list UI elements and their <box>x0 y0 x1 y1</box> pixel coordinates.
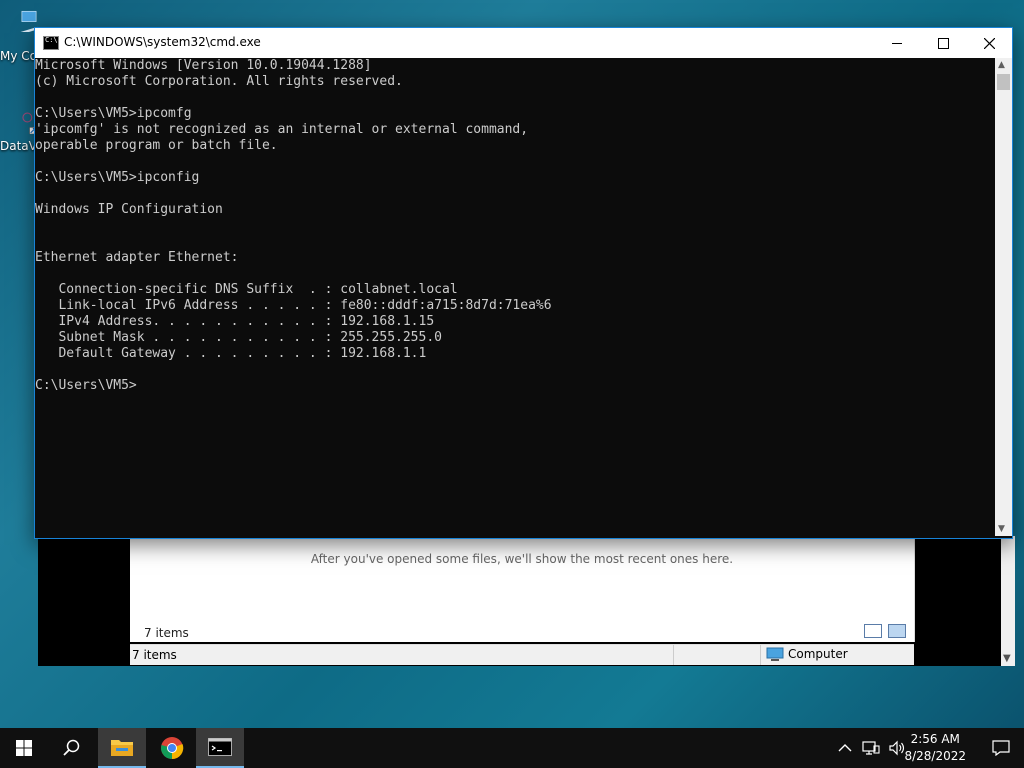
explorer-scrollbar[interactable]: ▼ <box>1001 536 1015 666</box>
details-view-icon[interactable] <box>864 624 882 638</box>
minimize-icon <box>892 42 902 44</box>
search-button[interactable] <box>48 728 96 768</box>
windows-logo-icon <box>16 740 32 756</box>
taskbar-file-explorer[interactable] <box>98 728 146 768</box>
item-count-label: 7 items <box>144 626 189 640</box>
status-location-label: Computer <box>788 647 848 661</box>
maximize-icon <box>937 37 949 49</box>
scroll-down-icon[interactable]: ▼ <box>998 524 1005 534</box>
file-explorer-window: After you've opened some files, we'll sh… <box>38 536 1015 666</box>
status-location: Computer <box>766 647 848 661</box>
system-tray <box>838 728 906 768</box>
window-title: C:\WINDOWS\system32\cmd.exe <box>64 35 261 49</box>
explorer-content-pane: After you've opened some files, we'll sh… <box>130 538 915 642</box>
console-output[interactable]: Microsoft Windows [Version 10.0.19044.12… <box>35 58 995 536</box>
taskbar-clock[interactable]: 2:56 AM 8/28/2022 <box>904 731 966 765</box>
cmd-app-icon[interactable] <box>43 36 59 50</box>
clock-date: 8/28/2022 <box>904 749 966 763</box>
chevron-up-icon[interactable] <box>838 743 852 753</box>
close-button[interactable] <box>966 28 1012 58</box>
recent-files-message: After you've opened some files, we'll sh… <box>310 552 734 566</box>
start-button[interactable] <box>0 728 48 768</box>
computer-icon <box>766 647 784 661</box>
taskbar-chrome[interactable] <box>148 728 196 768</box>
console-text: Microsoft Windows [Version 10.0.19044.12… <box>35 58 552 393</box>
taskbar: 2:56 AM 8/28/2022 <box>0 728 1024 768</box>
minimize-button[interactable] <box>874 28 920 58</box>
close-icon <box>983 37 995 49</box>
folder-icon <box>111 740 133 756</box>
clock-time: 2:56 AM <box>910 732 960 746</box>
console-scrollbar[interactable]: ▲ ▼ <box>995 58 1012 536</box>
status-item-count: 7 items <box>132 648 177 662</box>
scroll-up-icon[interactable]: ▲ <box>998 60 1005 70</box>
maximize-button[interactable] <box>920 28 966 58</box>
scrollbar-thumb[interactable] <box>997 74 1010 90</box>
volume-icon[interactable] <box>888 740 906 756</box>
action-center-button[interactable] <box>978 728 1024 768</box>
cmd-window[interactable]: C:\WINDOWS\system32\cmd.exe Microsoft Wi… <box>34 27 1013 539</box>
chrome-icon <box>161 737 184 760</box>
command-prompt-icon <box>208 738 232 756</box>
scroll-down-icon[interactable]: ▼ <box>1003 653 1011 664</box>
cmd-titlebar[interactable]: C:\WINDOWS\system32\cmd.exe <box>35 28 1012 58</box>
large-icons-view-icon[interactable] <box>888 624 906 638</box>
network-icon[interactable] <box>862 740 880 756</box>
explorer-status-bar: 7 items Computer <box>130 644 914 665</box>
search-icon <box>63 739 80 756</box>
taskbar-cmd[interactable] <box>196 728 244 768</box>
notification-icon <box>992 740 1010 756</box>
